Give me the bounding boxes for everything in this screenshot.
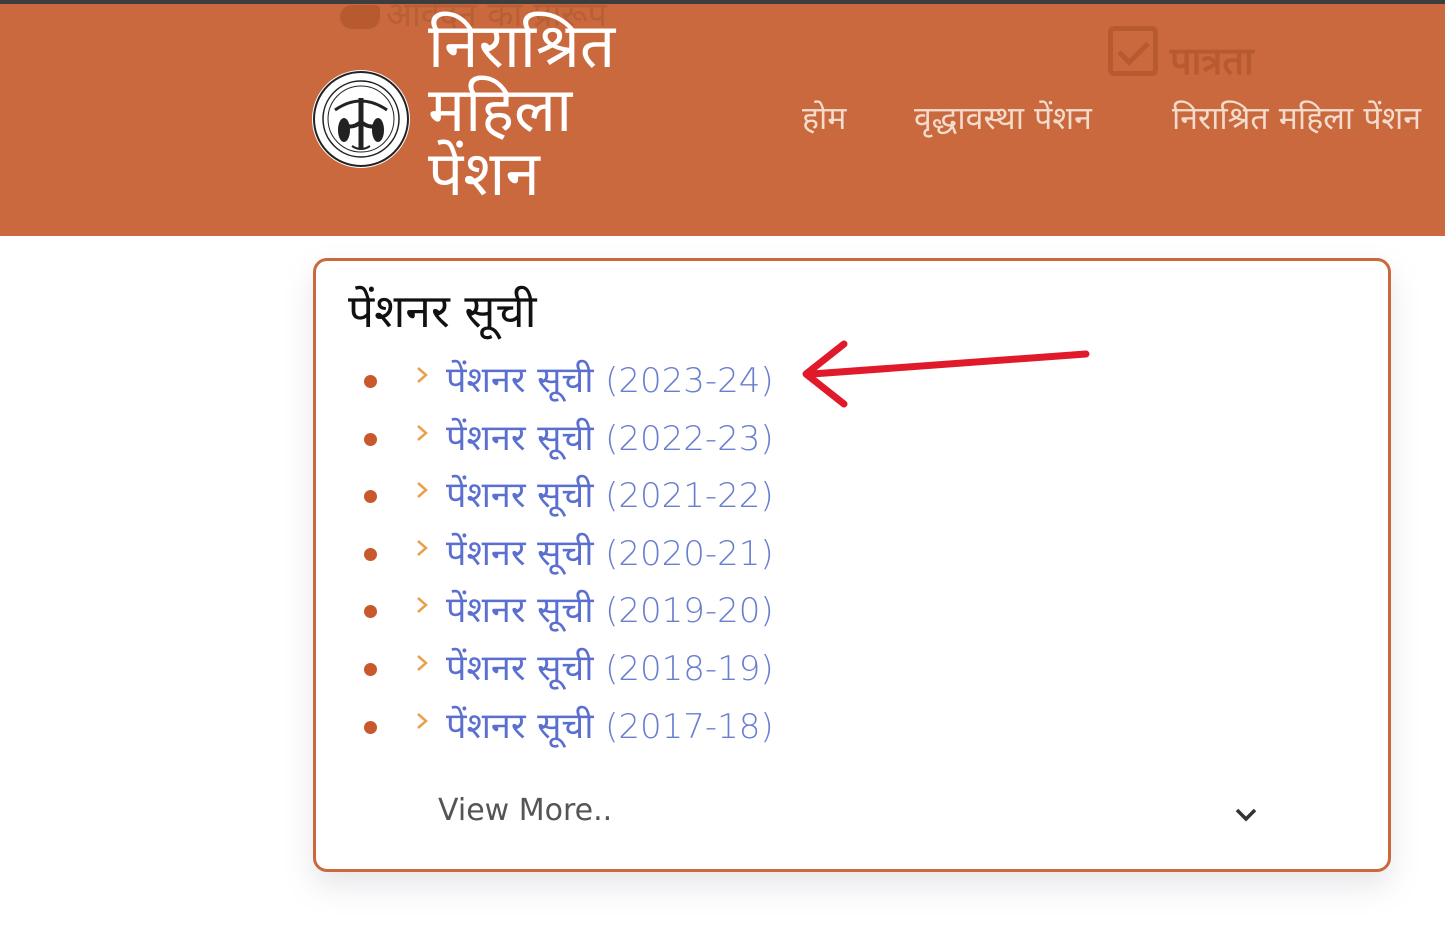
pensioner-list-link-2021-22[interactable]: पेंशनर सूची (2021-22) (446, 472, 774, 520)
chevron-right-icon (417, 424, 428, 441)
bullet-icon (364, 375, 377, 388)
bullet-icon (364, 490, 377, 504)
bullet-icon (364, 605, 377, 619)
chevron-right-icon (417, 712, 428, 729)
card-title: पेंशनर सूची (348, 284, 537, 338)
chevron-right-icon (417, 367, 428, 383)
pensioner-list-link-2023-24[interactable]: पेंशनर सूची (2023-24) (446, 357, 774, 405)
brand-line-1: निराश्रित (428, 9, 616, 82)
view-more-button[interactable]: View More.. (438, 793, 612, 828)
bullet-icon (364, 720, 377, 734)
site-header: आवेदन का प्रारूप पात्रता निराश्रित महिला… (0, 4, 1445, 236)
link-label: पेंशनर सूची (446, 647, 594, 689)
chevron-right-icon (417, 655, 428, 671)
nav-home[interactable]: होम (802, 96, 846, 139)
ghost-eligibility-label: पात्रता (1170, 39, 1254, 83)
pensioner-list-link-2017-18[interactable]: पेंशनर सूची (2017-18) (446, 703, 774, 751)
pensioner-list-link-2020-21[interactable]: पेंशनर सूची (2020-21) (446, 530, 774, 578)
bullet-icon (364, 662, 377, 676)
link-label: पेंशनर सूची (446, 590, 594, 632)
link-label: पेंशनर सूची (446, 532, 594, 574)
link-year: (2017-18) (605, 706, 774, 747)
link-label: पेंशनर सूची (446, 360, 594, 401)
chevron-right-icon (417, 597, 428, 614)
red-arrow-icon (802, 340, 1090, 408)
chevron-right-icon (417, 482, 428, 499)
pensioner-list-link-2018-19[interactable]: पेंशनर सूची (2018-19) (446, 645, 774, 693)
link-year: (2022-23) (605, 418, 774, 459)
link-year: (2019-20) (605, 591, 774, 632)
brand-line-3: पेंशन (428, 137, 540, 210)
pointing-hand-icon (340, 4, 380, 29)
link-year: (2020-21) (605, 533, 774, 574)
bullet-icon (364, 547, 377, 561)
bullet-icon (364, 432, 377, 446)
nav-old-age-pension[interactable]: वृद्धावस्था पेंशन (914, 96, 1092, 139)
link-year: (2021-22) (605, 476, 774, 517)
chevron-right-icon (417, 539, 428, 556)
chevron-down-icon[interactable] (1233, 805, 1259, 825)
checkbox-icon (1108, 26, 1158, 76)
up-government-emblem-icon[interactable] (312, 70, 410, 168)
link-year: (2023-24) (605, 361, 774, 401)
site-brand-title[interactable]: निराश्रित महिला पेंशन (428, 14, 668, 206)
brand-line-2: महिला (428, 73, 573, 146)
link-label: पेंशनर सूची (446, 705, 594, 747)
link-label: पेंशनर सूची (446, 475, 594, 517)
pensioner-list-link-2022-23[interactable]: पेंशनर सूची (2022-23) (446, 415, 774, 463)
nav-destitute-women-pension[interactable]: निराश्रित महिला पेंशन (1172, 96, 1421, 139)
link-label: पेंशनर सूची (446, 417, 594, 459)
pensioner-list-link-2019-20[interactable]: पेंशनर सूची (2019-20) (446, 587, 774, 635)
link-year: (2018-19) (605, 648, 774, 689)
